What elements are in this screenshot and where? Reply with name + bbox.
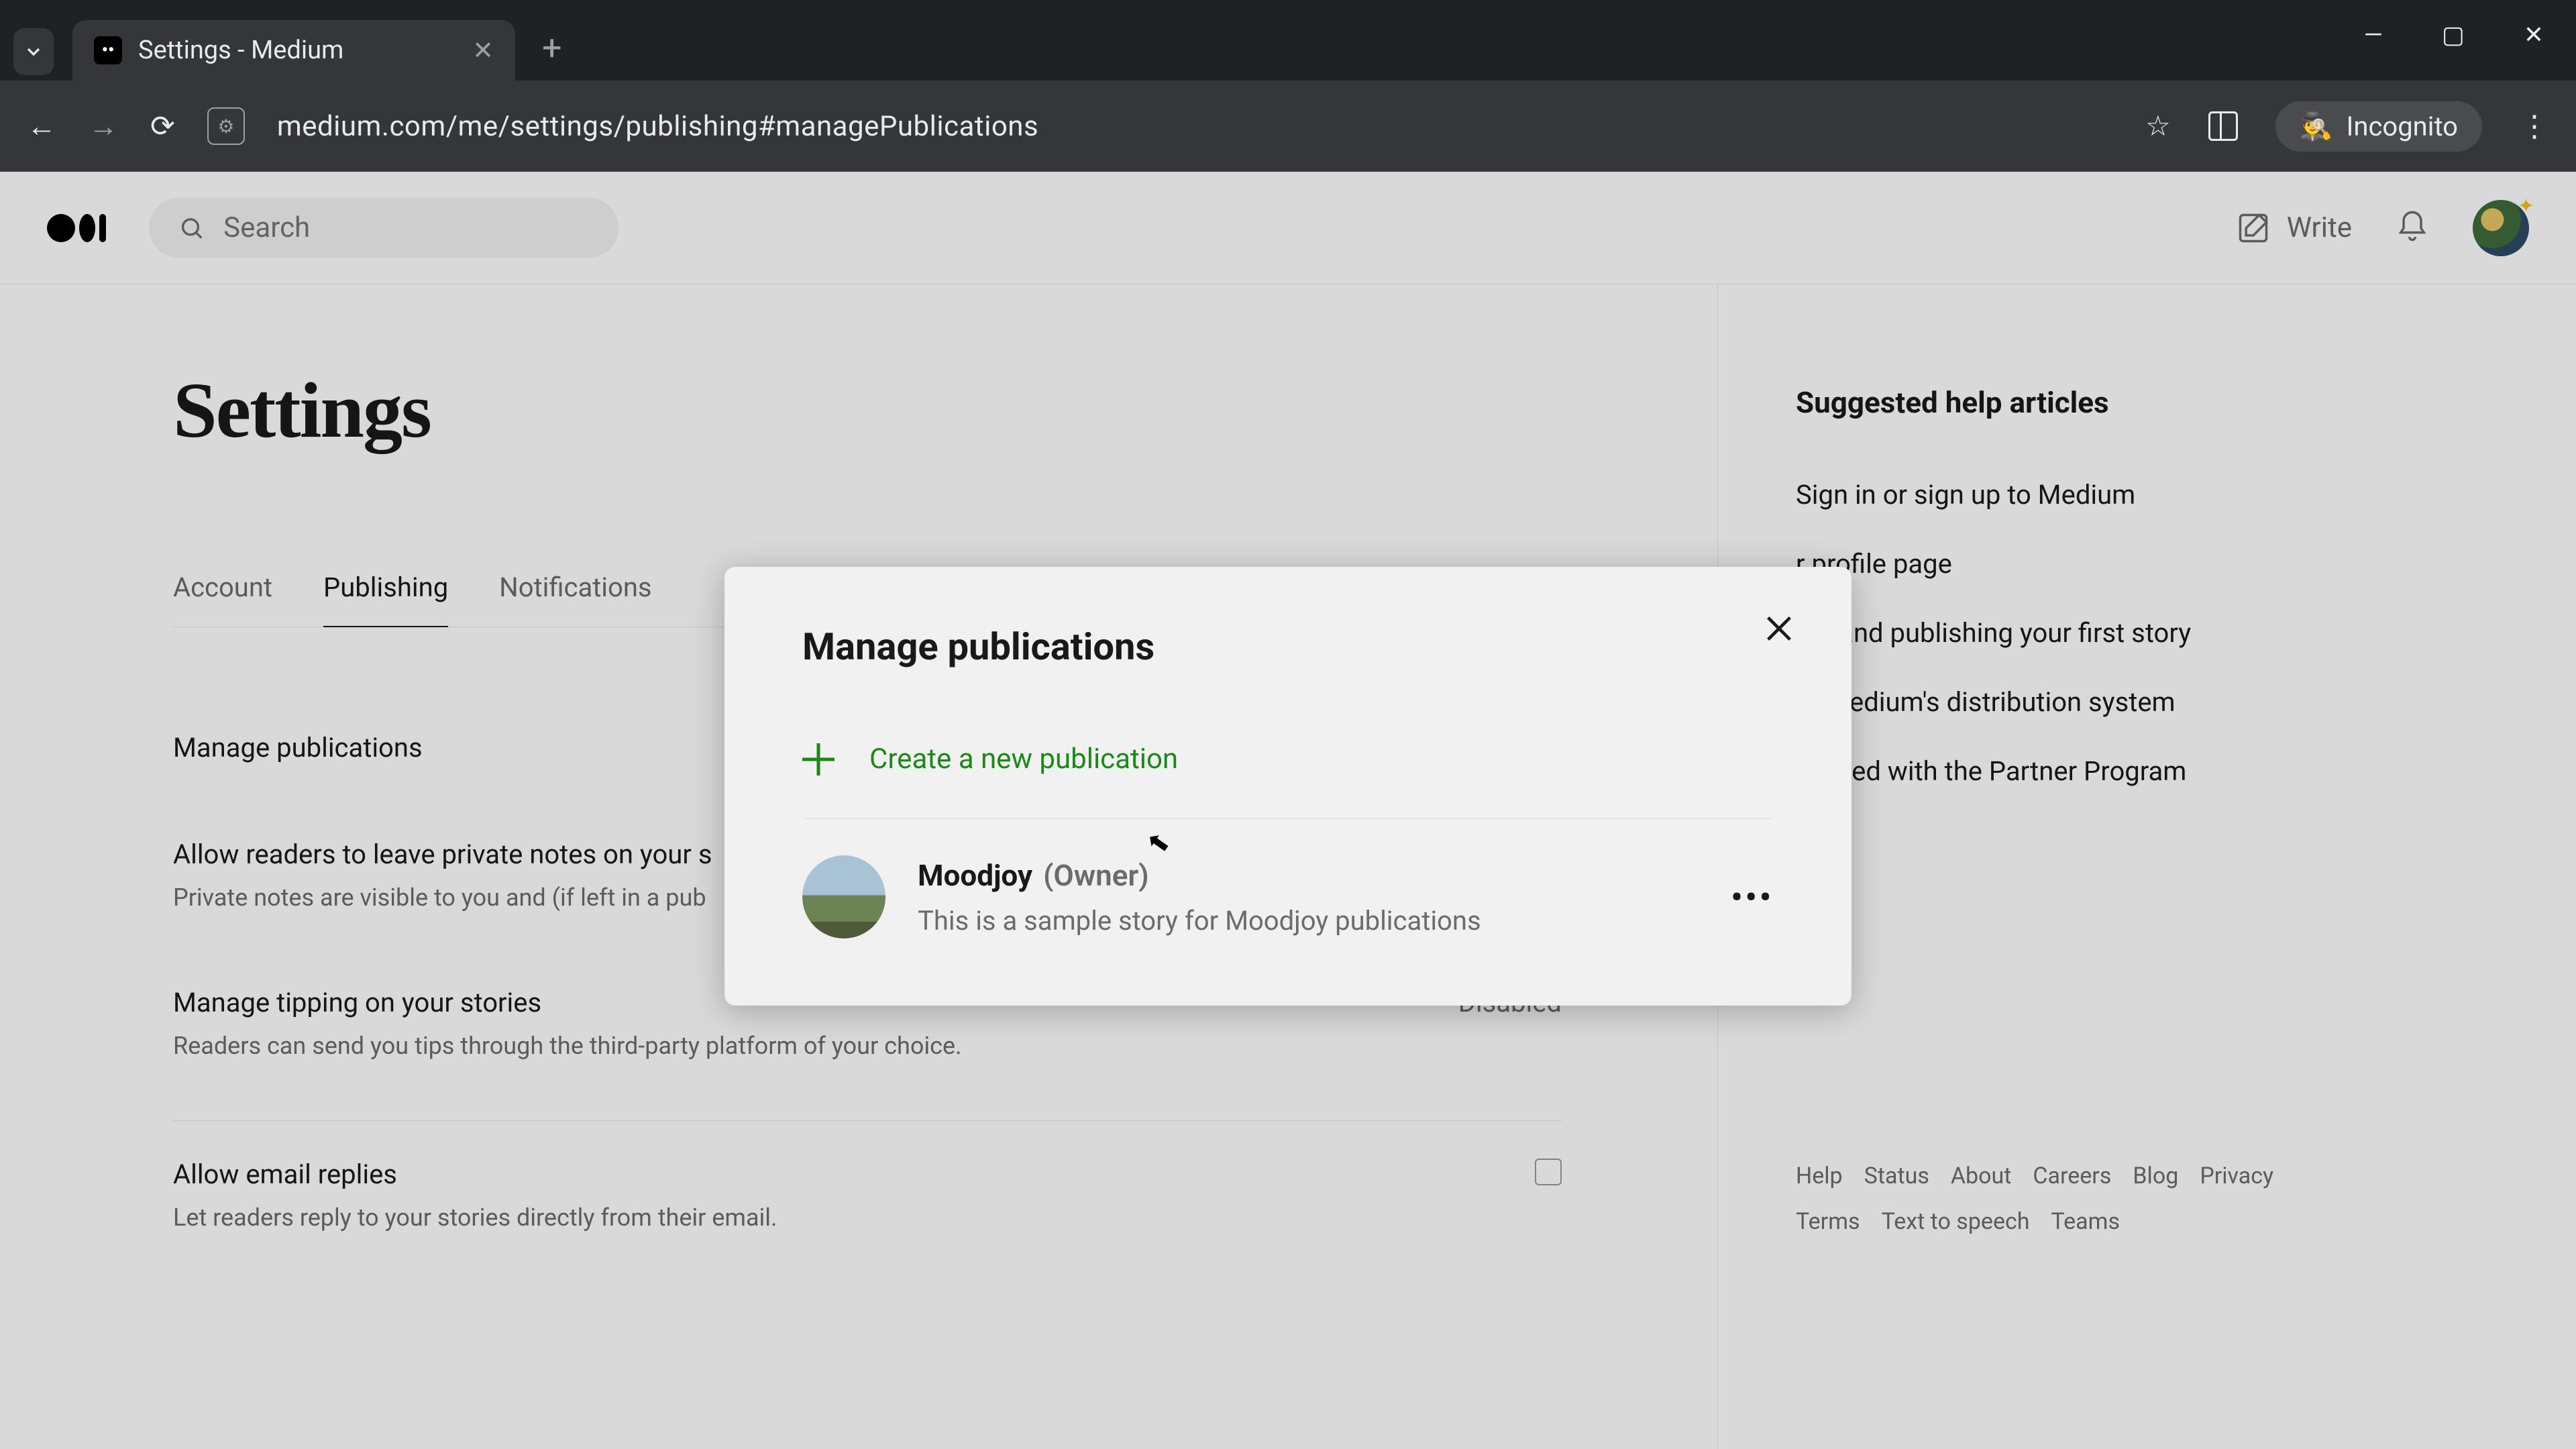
- footer-link[interactable]: Blog: [2133, 1163, 2178, 1189]
- row-title: Allow email replies: [173, 1159, 777, 1190]
- medium-favicon: ••: [94, 36, 122, 64]
- footer-link[interactable]: Status: [1864, 1163, 1929, 1189]
- help-link[interactable]: ut Medium's distribution system: [1796, 686, 2281, 718]
- tab-publishing[interactable]: Publishing: [323, 572, 448, 627]
- browser-menu-button[interactable]: ⋮: [2520, 109, 2549, 144]
- address-bar[interactable]: medium.com/me/settings/publishing#manage…: [277, 110, 2113, 143]
- footer-link[interactable]: Teams: [2051, 1208, 2121, 1235]
- search-icon: [178, 213, 205, 243]
- email-replies-checkbox[interactable]: [1535, 1159, 1562, 1185]
- aside-footer: Help Status About Careers Blog Privacy T…: [1796, 1163, 2281, 1235]
- incognito-icon: 🕵: [2300, 111, 2333, 142]
- window-maximize-button[interactable]: ▢: [2442, 23, 2465, 47]
- write-button[interactable]: Write: [2236, 211, 2352, 246]
- close-icon: [1760, 610, 1798, 647]
- footer-link[interactable]: Help: [1796, 1163, 1843, 1189]
- nav-back-button[interactable]: ←: [27, 109, 56, 144]
- footer-link[interactable]: Terms: [1796, 1208, 1860, 1235]
- write-icon: [2236, 211, 2271, 246]
- search-input[interactable]: [223, 211, 589, 244]
- incognito-label: Incognito: [2346, 111, 2458, 142]
- write-label: Write: [2287, 211, 2352, 244]
- aside-heading: Suggested help articles: [1796, 385, 2281, 420]
- row-title: Manage publications: [173, 732, 423, 763]
- footer-link[interactable]: About: [1951, 1163, 2012, 1189]
- help-links: Sign in or sign up to Medium r profile p…: [1796, 479, 2281, 787]
- publication-more-button[interactable]: •••: [1731, 878, 1774, 916]
- help-link[interactable]: r profile page: [1796, 548, 2281, 580]
- tab-notifications[interactable]: Notifications: [499, 572, 651, 627]
- row-email-replies[interactable]: Allow email replies Let readers reply to…: [173, 1121, 1562, 1269]
- incognito-chip[interactable]: 🕵 Incognito: [2275, 101, 2482, 152]
- nav-forward-button[interactable]: →: [89, 109, 118, 144]
- avatar[interactable]: [2473, 200, 2529, 256]
- search-field[interactable]: [149, 198, 619, 258]
- help-link[interactable]: ing and publishing your first story: [1796, 617, 2281, 649]
- publication-row[interactable]: Moodjoy (Owner) This is a sample story f…: [802, 855, 1774, 938]
- publication-avatar: [802, 855, 885, 938]
- plus-icon: [802, 743, 835, 775]
- row-subtitle: Private notes are visible to you and (if…: [173, 883, 712, 912]
- bell-icon: [2395, 209, 2430, 244]
- tab-title: Settings - Medium: [138, 36, 456, 65]
- tab-search-dropdown[interactable]: [13, 28, 54, 75]
- publication-description: This is a sample story for Moodjoy publi…: [918, 905, 1699, 936]
- row-subtitle: Readers can send you tips through the th…: [173, 1032, 962, 1060]
- modal-close-button[interactable]: [1760, 610, 1798, 650]
- manage-publications-modal: Manage publications Create a new publica…: [724, 567, 1851, 1006]
- create-publication-label: Create a new publication: [869, 743, 1178, 775]
- site-topbar: Write: [0, 172, 2576, 284]
- row-title: Allow readers to leave private notes on …: [173, 839, 712, 870]
- modal-title: Manage publications: [802, 625, 1774, 669]
- bookmark-star-icon[interactable]: ☆: [2145, 109, 2171, 143]
- browser-tab[interactable]: •• Settings - Medium ✕: [72, 20, 515, 80]
- help-link[interactable]: Sign in or sign up to Medium: [1796, 479, 2281, 511]
- notifications-button[interactable]: [2395, 209, 2430, 247]
- side-panel-icon[interactable]: [2208, 111, 2238, 141]
- footer-link[interactable]: Text to speech: [1882, 1208, 2030, 1235]
- site-settings-button[interactable]: ⚙: [207, 107, 245, 145]
- footer-link[interactable]: Privacy: [2200, 1163, 2273, 1189]
- browser-chrome: •• Settings - Medium ✕ + — ▢ ✕ ← → ⟳ ⚙ m…: [0, 0, 2576, 1449]
- new-tab-button[interactable]: +: [542, 28, 562, 68]
- medium-logo[interactable]: [47, 214, 106, 242]
- help-link[interactable]: started with the Partner Program: [1796, 755, 2281, 787]
- nav-reload-button[interactable]: ⟳: [150, 109, 175, 144]
- tab-account[interactable]: Account: [173, 572, 272, 627]
- browser-toolbar: ← → ⟳ ⚙ medium.com/me/settings/publishin…: [0, 80, 2576, 172]
- window-minimize-button[interactable]: —: [2364, 23, 2383, 47]
- window-close-button[interactable]: ✕: [2524, 23, 2544, 47]
- create-publication-button[interactable]: Create a new publication: [802, 743, 1774, 819]
- window-controls: — ▢ ✕: [2364, 23, 2544, 47]
- footer-link[interactable]: Careers: [2033, 1163, 2111, 1189]
- tab-strip: •• Settings - Medium ✕ +: [0, 0, 2576, 80]
- publication-name: Moodjoy: [918, 858, 1032, 893]
- tab-close-button[interactable]: ✕: [472, 36, 494, 66]
- page-title: Settings: [173, 365, 1717, 456]
- publication-role: (Owner): [1043, 858, 1149, 893]
- row-subtitle: Let readers reply to your stories direct…: [173, 1203, 777, 1232]
